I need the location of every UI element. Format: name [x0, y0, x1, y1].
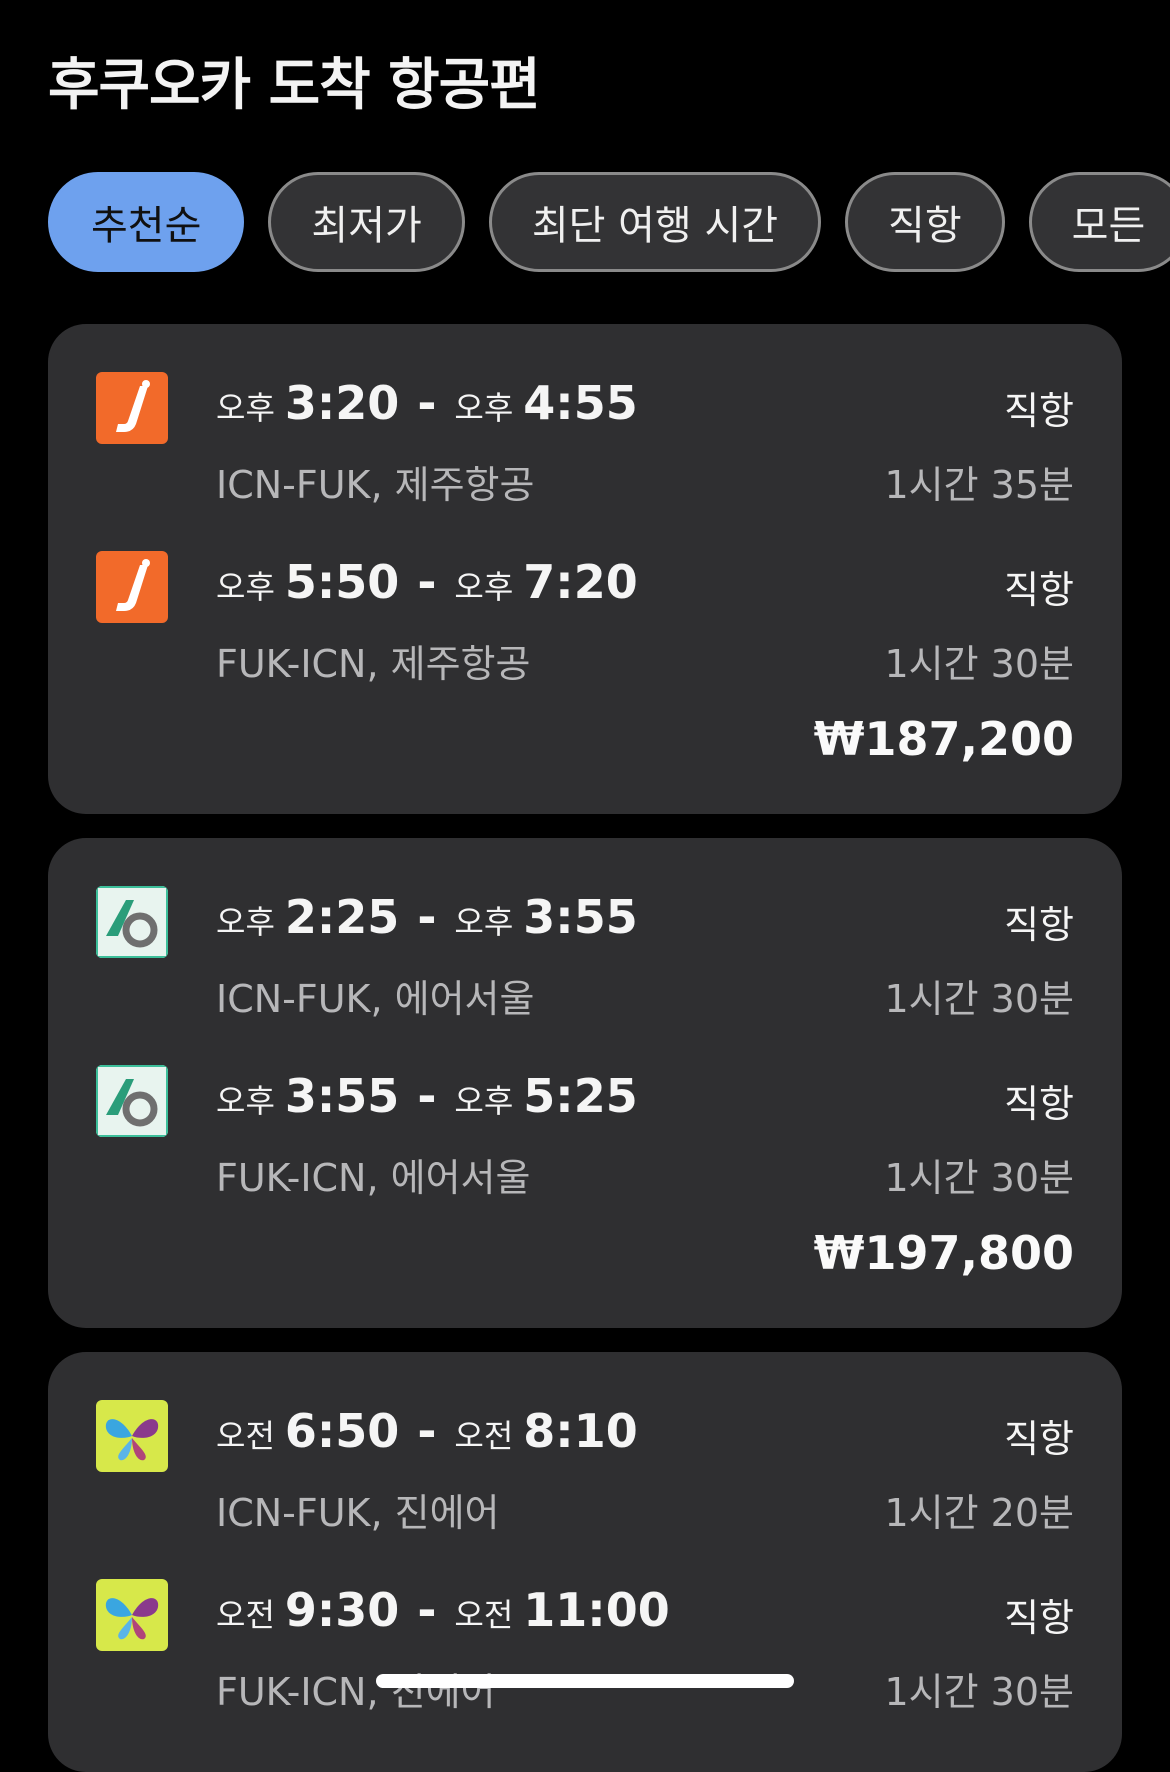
- flight-result-card[interactable]: 오후 3:20- 오후 4:55 ICN-FUK, 제주항공 직항 1시간 35분 오…: [48, 324, 1122, 814]
- flight-leg-outbound: 오후 2:25- 오후 3:55 ICN-FUK, 에어서울 직항 1시간 30분: [48, 886, 1122, 1036]
- jeju-air-logo: [96, 372, 168, 444]
- flight-leg-outbound: 오전 6:50- 오전 8:10 ICN-FUK, 진에어 직항 1시간 20분: [48, 1400, 1122, 1550]
- flight-leg-return: 오전 9:30- 오전 11:00 FUK-ICN, 진에어 직항 1시간 30분: [48, 1579, 1122, 1729]
- page-title: 후쿠오카 도착 항공편: [48, 53, 541, 118]
- flight-leg-return: 오후 3:55- 오후 5:25 FUK-ICN, 에어서울 직항 1시간 30분: [48, 1065, 1122, 1215]
- flight-times: 오후 3:55- 오후 5:25: [216, 1069, 638, 1123]
- route-airline: FUK-ICN, 에어서울: [216, 1156, 531, 1200]
- duration-label: 1시간 35분: [884, 463, 1075, 507]
- flight-result-card[interactable]: 오후 2:25- 오후 3:55 ICN-FUK, 에어서울 직항 1시간 30분 오…: [48, 838, 1122, 1328]
- filter-chip-shortest[interactable]: 최단 여행 시간: [488, 172, 822, 272]
- duration-label: 1시간 30분: [884, 1670, 1075, 1714]
- jin-air-logo: [96, 1400, 168, 1472]
- duration-label: 1시간 20분: [884, 1491, 1075, 1535]
- jeju-air-logo: [96, 551, 168, 623]
- filter-chip-recommended[interactable]: 추천순: [48, 172, 245, 272]
- stops-label: 직항: [1004, 903, 1074, 947]
- flight-times: 오후 5:50- 오후 7:20: [216, 555, 638, 609]
- flight-times: 오전 9:30- 오전 11:00: [216, 1583, 670, 1637]
- flight-times: 오후 2:25- 오후 3:55: [216, 890, 638, 944]
- air-seoul-logo: [96, 886, 168, 958]
- stops-label: 직항: [1004, 1417, 1074, 1461]
- home-indicator[interactable]: [376, 1674, 794, 1688]
- flight-leg-return: 오후 5:50- 오후 7:20 FUK-ICN, 제주항공 직항 1시간 30분: [48, 551, 1122, 701]
- stops-label: 직항: [1004, 1596, 1074, 1640]
- duration-label: 1시간 30분: [884, 977, 1075, 1021]
- route-airline: ICN-FUK, 제주항공: [216, 463, 535, 507]
- route-airline: ICN-FUK, 에어서울: [216, 977, 535, 1021]
- flight-result-card[interactable]: 오전 6:50- 오전 8:10 ICN-FUK, 진에어 직항 1시간 20분 오전…: [48, 1352, 1122, 1772]
- air-seoul-logo: [96, 1065, 168, 1137]
- route-airline: FUK-ICN, 제주항공: [216, 642, 531, 686]
- jin-air-logo: [96, 1579, 168, 1651]
- filter-chip-cheapest[interactable]: 최저가: [268, 172, 465, 272]
- stops-label: 직항: [1004, 389, 1074, 433]
- stops-label: 직항: [1004, 568, 1074, 612]
- filter-chips: 추천순 최저가 최단 여행 시간 직항 모든: [48, 172, 1170, 276]
- flight-times: 오전 6:50- 오전 8:10: [216, 1404, 638, 1458]
- route-airline: FUK-ICN, 진에어: [216, 1670, 496, 1714]
- flight-leg-outbound: 오후 3:20- 오후 4:55 ICN-FUK, 제주항공 직항 1시간 35분: [48, 372, 1122, 522]
- duration-label: 1시간 30분: [884, 642, 1075, 686]
- filter-chip-all[interactable]: 모든: [1028, 172, 1170, 272]
- stops-label: 직항: [1004, 1082, 1074, 1126]
- duration-label: 1시간 30분: [884, 1156, 1075, 1200]
- price-label: ₩187,200: [813, 712, 1074, 766]
- price-label: ₩197,800: [813, 1226, 1074, 1280]
- flight-times: 오후 3:20- 오후 4:55: [216, 376, 638, 430]
- route-airline: ICN-FUK, 진에어: [216, 1491, 500, 1535]
- filter-chip-nonstop[interactable]: 직항: [845, 172, 1005, 272]
